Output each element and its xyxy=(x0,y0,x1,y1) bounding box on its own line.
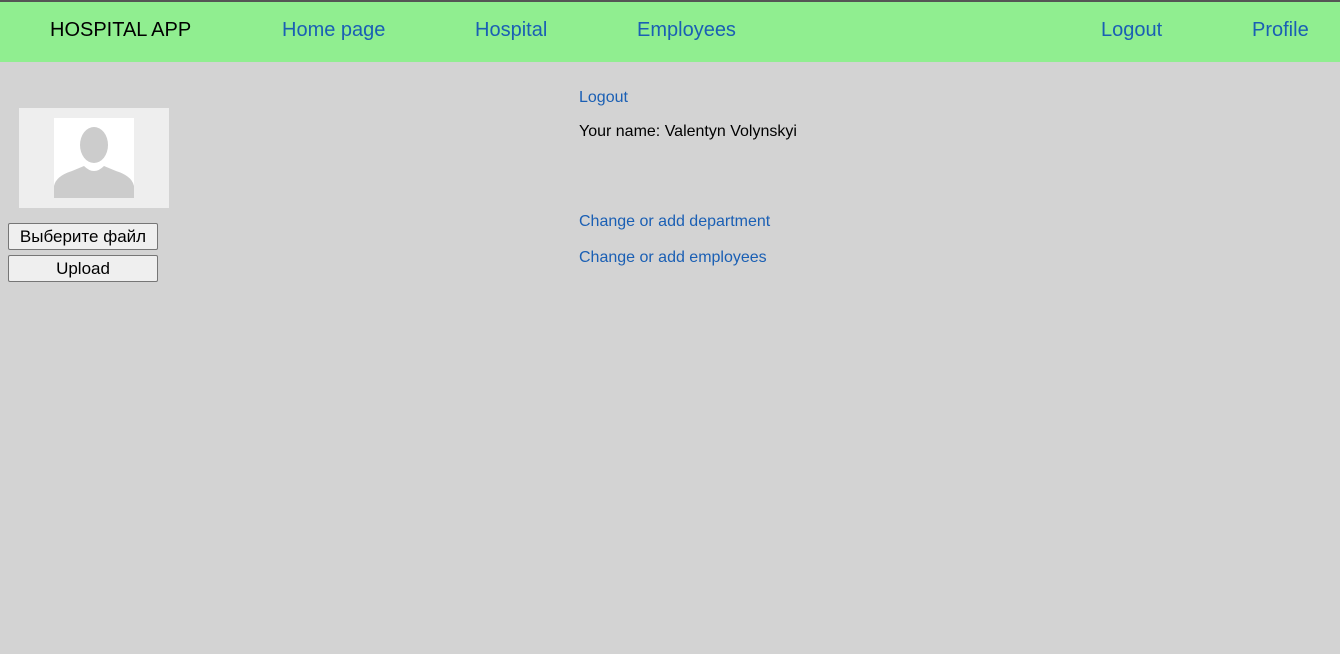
change-employees-link[interactable]: Change or add employees xyxy=(579,248,767,268)
nav-home-link[interactable]: Home page xyxy=(282,18,385,42)
user-name-text: Your name: Valentyn Volynskyi xyxy=(579,123,797,140)
change-department-link[interactable]: Change or add department xyxy=(579,212,770,232)
choose-file-button[interactable]: Выберите файл xyxy=(8,223,158,250)
upload-button[interactable]: Upload xyxy=(8,255,158,282)
logout-link[interactable]: Logout xyxy=(579,88,628,108)
avatar-frame xyxy=(19,108,169,208)
nav-employees-link[interactable]: Employees xyxy=(637,18,736,42)
app-brand: HOSPITAL APP xyxy=(50,19,192,41)
nav-profile-link[interactable]: Profile xyxy=(1252,18,1309,42)
person-placeholder-icon xyxy=(54,127,134,198)
top-navbar: HOSPITAL APP Home page Hospital Employee… xyxy=(0,0,1340,62)
nav-logout-link[interactable]: Logout xyxy=(1101,18,1162,42)
nav-hospital-link[interactable]: Hospital xyxy=(475,18,547,42)
avatar xyxy=(54,118,134,198)
